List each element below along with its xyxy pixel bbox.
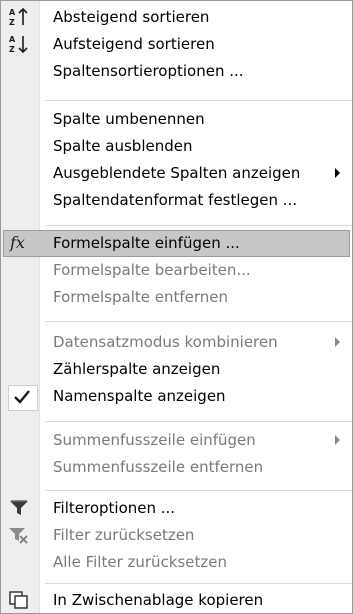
menu-separator: [45, 225, 352, 226]
submenu-arrow-icon: [335, 168, 340, 178]
submenu-arrow-icon: [335, 337, 340, 347]
menu-item-label: Alle Filter zurücksetzen: [53, 553, 228, 571]
menu-separator: [45, 583, 352, 584]
funnel-icon: [8, 498, 30, 518]
menu-item-sort-options[interactable]: Spaltensortieroptionen ...: [3, 58, 350, 85]
menu-item-show-hidden-columns[interactable]: Ausgeblendete Spalten anzeigen: [3, 160, 350, 187]
menu-item-edit-formula-column[interactable]: Formelspalte bearbeiten...: [3, 257, 350, 284]
menu-item-label: Datensatzmodus kombinieren: [53, 333, 278, 351]
menu-item-label: Spaltendatenformat festlegen ...: [53, 191, 298, 209]
menu-item-label: Spalte ausblenden: [53, 137, 193, 155]
menu-separator: [45, 421, 352, 422]
fx-icon: fx: [10, 233, 25, 252]
menu-separator: [45, 490, 352, 491]
menu-item-sort-ascending[interactable]: A Z Aufsteigend sortieren: [3, 31, 350, 58]
menu-item-remove-sum-footer[interactable]: Summenfusszeile entfernen: [3, 454, 350, 481]
context-menu: A Z Absteigend sortieren A Z Aufsteigend…: [0, 0, 353, 614]
menu-item-label: Spalte umbenennen: [53, 110, 205, 128]
menu-item-label: Filteroptionen ...: [53, 499, 176, 517]
menu-item-label: Formelspalte einfügen ...: [53, 234, 240, 252]
menu-item-copy-to-clipboard[interactable]: In Zwischenablage kopieren: [3, 587, 350, 614]
copy-icon: [8, 590, 30, 610]
svg-text:Z: Z: [9, 18, 15, 27]
menu-separator: [45, 321, 352, 322]
menu-item-label: Summenfusszeile entfernen: [53, 458, 264, 476]
submenu-arrow-icon: [335, 435, 340, 445]
sort-ascending-icon: A Z: [8, 34, 30, 54]
menu-item-sort-descending[interactable]: A Z Absteigend sortieren: [3, 4, 350, 31]
menu-item-show-name-column[interactable]: Namenspalte anzeigen: [3, 383, 350, 411]
menu-item-show-counter-column[interactable]: Zählerspalte anzeigen: [3, 356, 350, 383]
menu-item-label: Summenfusszeile einfügen: [53, 431, 256, 449]
menu-item-label: Zählerspalte anzeigen: [53, 360, 221, 378]
menu-item-set-data-format[interactable]: Spaltendatenformat festlegen ...: [3, 187, 350, 214]
menu-separator: [45, 100, 352, 101]
menu-item-hide-column[interactable]: Spalte ausblenden: [3, 133, 350, 160]
menu-item-label: Namenspalte anzeigen: [53, 387, 226, 405]
menu-item-combine-record-mode[interactable]: Datensatzmodus kombinieren: [3, 329, 350, 356]
menu-item-label: In Zwischenablage kopieren: [53, 591, 264, 609]
checkmark-icon: [8, 385, 38, 411]
menu-item-label: Ausgeblendete Spalten anzeigen: [53, 164, 301, 182]
svg-text:A: A: [9, 8, 16, 17]
svg-text:Z: Z: [9, 45, 15, 54]
sort-descending-icon: A Z: [8, 7, 30, 27]
menu-item-label: Filter zurücksetzen: [53, 526, 195, 544]
svg-text:A: A: [9, 35, 16, 44]
menu-item-insert-formula-column[interactable]: fx Formelspalte einfügen ...: [3, 230, 350, 257]
menu-item-remove-formula-column[interactable]: Formelspalte entfernen: [3, 284, 350, 311]
menu-item-reset-filter[interactable]: Filter zurücksetzen: [3, 522, 350, 549]
menu-item-label: Absteigend sortieren: [53, 8, 210, 26]
menu-item-label: Aufsteigend sortieren: [53, 35, 215, 53]
menu-item-label: Formelspalte entfernen: [53, 288, 229, 306]
menu-item-label: Formelspalte bearbeiten...: [53, 261, 251, 279]
menu-item-filter-options[interactable]: Filteroptionen ...: [3, 495, 350, 522]
menu-item-rename-column[interactable]: Spalte umbenennen: [3, 106, 350, 133]
menu-item-label: Spaltensortieroptionen ...: [53, 62, 244, 80]
menu-item-reset-all-filters[interactable]: Alle Filter zurücksetzen: [3, 549, 350, 576]
clear-filter-icon: [8, 525, 30, 545]
menu-item-insert-sum-footer[interactable]: Summenfusszeile einfügen: [3, 427, 350, 454]
